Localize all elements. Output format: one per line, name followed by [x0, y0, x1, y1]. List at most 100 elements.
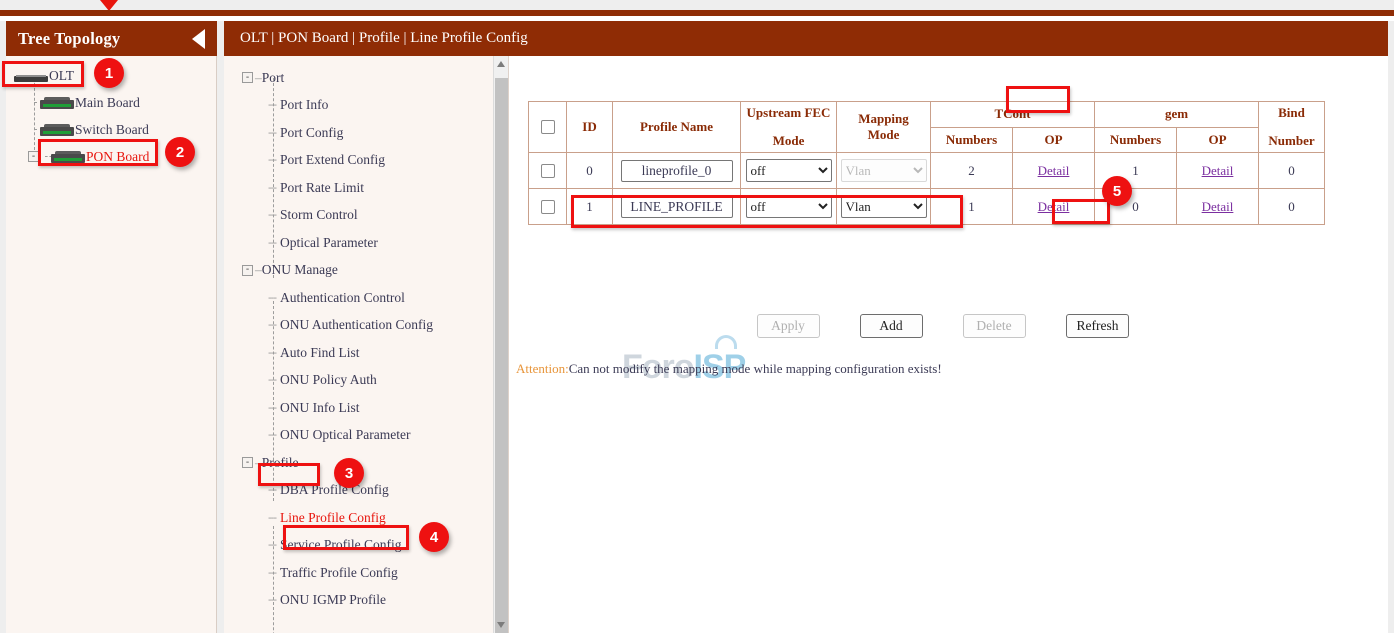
menu-item-label: Storm Control	[280, 207, 358, 223]
row-gem-op-cell[interactable]: Detail	[1177, 189, 1259, 225]
menu-item-port-info[interactable]: --- Port Info	[224, 92, 508, 120]
header-mapping-mode: Mapping Mode	[837, 102, 931, 153]
header-bind-line2: Number	[1263, 133, 1320, 149]
content-region: OLT | PON Board | Profile | Line Profile…	[224, 21, 1388, 633]
row-fec-cell[interactable]: off	[741, 189, 837, 225]
tree-item-olt[interactable]: OLT	[6, 62, 217, 89]
device-board-icon	[40, 124, 74, 136]
row-mapping-cell[interactable]: Vlan	[837, 189, 931, 225]
menu-expander-icon[interactable]: -	[242, 265, 253, 276]
row-checkbox[interactable]	[541, 200, 555, 214]
menu-item-label: Port Rate Limit	[280, 180, 364, 196]
table-row[interactable]: 1 off Vlan	[529, 189, 1325, 225]
menu-group-onu-manage[interactable]: - – ONU Manage	[224, 257, 508, 285]
tree-tick-icon: ---	[268, 402, 276, 414]
upstream-fec-mode-select[interactable]: off	[746, 159, 832, 182]
apply-button[interactable]: Apply	[757, 314, 820, 338]
attention-note: Attention:Can not modify the mapping mod…	[516, 361, 942, 377]
menu-item-traffic-profile-config[interactable]: --- Traffic Profile Config	[224, 559, 508, 587]
menu-expander-icon[interactable]: -	[242, 72, 253, 83]
menu-item-label: ONU Optical Parameter	[280, 427, 410, 443]
table-row[interactable]: 0 off Vlan	[529, 153, 1325, 189]
row-fec-cell[interactable]: off	[741, 153, 837, 189]
row-checkbox[interactable]	[541, 164, 555, 178]
menu-item-port-rate-limit[interactable]: --- Port Rate Limit	[224, 174, 508, 202]
row-select-cell[interactable]	[529, 153, 567, 189]
menu-item-label: ONU Authentication Config	[280, 317, 433, 333]
menu-item-port-extend-config[interactable]: --- Port Extend Config	[224, 147, 508, 175]
row-select-cell[interactable]	[529, 189, 567, 225]
gem-detail-link[interactable]: Detail	[1202, 163, 1234, 178]
menu-item-auto-find-list[interactable]: --- Auto Find List	[224, 339, 508, 367]
device-board-icon	[40, 97, 74, 109]
menu-expander-icon[interactable]: -	[242, 457, 253, 468]
row-gem-op-cell[interactable]: Detail	[1177, 153, 1259, 189]
menu-item-service-profile-config[interactable]: --- Service Profile Config	[224, 532, 508, 560]
scroll-thumb[interactable]	[495, 78, 508, 633]
menu-item-onu-policy-auth[interactable]: --- ONU Policy Auth	[224, 367, 508, 395]
nav-menu-list: - – Port --- Port Info --- Port Config -…	[224, 56, 508, 614]
menu-scrollbar[interactable]	[493, 56, 508, 633]
menu-item-onu-authentication-config[interactable]: --- ONU Authentication Config	[224, 312, 508, 340]
tree-tick-icon: ---	[268, 512, 276, 524]
menu-item-label: Auto Find List	[280, 345, 360, 361]
menu-item-onu-igmp-profile[interactable]: --- ONU IGMP Profile	[224, 587, 508, 615]
tcont-detail-link[interactable]: Detail	[1038, 163, 1070, 178]
header-gem-numbers: Numbers	[1095, 127, 1177, 153]
mapping-mode-select[interactable]: Vlan	[841, 195, 927, 218]
menu-group-port[interactable]: - – Port	[224, 64, 508, 92]
row-profile-name-cell[interactable]	[613, 189, 741, 225]
gem-detail-link[interactable]: Detail	[1202, 199, 1234, 214]
tree-tick-icon: ---	[268, 594, 276, 606]
tree-item-pon-board[interactable]: - PON Board	[6, 143, 217, 170]
row-bind-number: 0	[1259, 189, 1325, 225]
menu-item-label: ONU Manage	[262, 262, 338, 278]
menu-item-label: ONU Info List	[280, 400, 360, 416]
menu-item-label: Profile	[262, 455, 299, 471]
tree-expander-icon[interactable]: -	[28, 151, 39, 162]
menu-item-label: Port	[262, 70, 285, 86]
row-profile-name-cell[interactable]	[613, 153, 741, 189]
tree-item-label: Switch Board	[75, 122, 149, 138]
action-button-row: Apply Add Delete Refresh	[528, 314, 1358, 338]
header-bind-line1: Bind	[1263, 105, 1320, 121]
top-strip	[0, 0, 1394, 10]
menu-group-profile[interactable]: - – Profile	[224, 449, 508, 477]
tree-item-switch-board[interactable]: Switch Board	[6, 116, 217, 143]
attention-message: Can not modify the mapping mode while ma…	[569, 361, 942, 376]
tree-tick-icon: ---	[268, 99, 276, 111]
tree-tick-icon: ---	[268, 374, 276, 386]
tree-item-main-board[interactable]: Main Board	[6, 89, 217, 116]
tcont-detail-link[interactable]: Detail	[1038, 199, 1070, 214]
menu-item-onu-optical-parameter[interactable]: --- ONU Optical Parameter	[224, 422, 508, 450]
delete-button[interactable]: Delete	[963, 314, 1026, 338]
menu-item-optical-parameter[interactable]: --- Optical Parameter	[224, 229, 508, 257]
refresh-button[interactable]: Refresh	[1066, 314, 1130, 338]
row-tcont-op-cell[interactable]: Detail	[1013, 153, 1095, 189]
menu-item-label: Service Profile Config	[280, 537, 401, 553]
header-profile-name: Profile Name	[613, 102, 741, 153]
tree-item-label: OLT	[49, 68, 74, 84]
menu-item-label: DBA Profile Config	[280, 482, 389, 498]
select-all-checkbox[interactable]	[541, 120, 555, 134]
profile-name-input[interactable]	[621, 160, 733, 182]
tree-tick-icon: ---	[268, 429, 276, 441]
tree-item-label: PON Board	[86, 149, 149, 165]
menu-item-line-profile-config[interactable]: --- Line Profile Config	[224, 504, 508, 532]
add-button[interactable]: Add	[860, 314, 923, 338]
profile-name-input[interactable]	[621, 196, 733, 218]
tree-tick-icon: ---	[268, 347, 276, 359]
tree-tick-icon: ---	[268, 319, 276, 331]
menu-item-authentication-control[interactable]: --- Authentication Control	[224, 284, 508, 312]
menu-item-dba-profile-config[interactable]: --- DBA Profile Config	[224, 477, 508, 505]
scroll-up-icon[interactable]	[497, 61, 505, 67]
upstream-fec-mode-select[interactable]: off	[746, 195, 832, 218]
scroll-down-icon[interactable]	[497, 622, 505, 628]
menu-item-storm-control[interactable]: --- Storm Control	[224, 202, 508, 230]
breadcrumb: OLT | PON Board | Profile | Line Profile…	[224, 21, 1388, 56]
menu-item-label: Authentication Control	[280, 290, 405, 306]
menu-item-onu-info-list[interactable]: --- ONU Info List	[224, 394, 508, 422]
row-tcont-op-cell[interactable]: Detail	[1013, 189, 1095, 225]
menu-item-port-config[interactable]: --- Port Config	[224, 119, 508, 147]
caret-left-icon[interactable]	[192, 29, 205, 49]
